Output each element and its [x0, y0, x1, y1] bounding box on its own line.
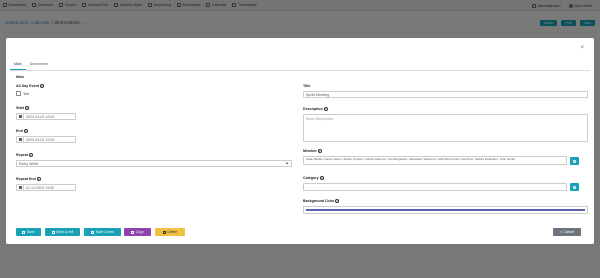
repeat-label: Repeat i [16, 153, 33, 157]
calendar-icon [18, 138, 22, 141]
save-icon [51, 230, 55, 234]
calendar-icon [18, 186, 22, 189]
save-icon [22, 230, 26, 234]
member-label: Member i [303, 149, 322, 153]
title-input[interactable]: Sprint Meeting [303, 91, 588, 98]
member-label-text: Member [303, 149, 317, 153]
copy-button[interactable]: Copy [124, 228, 151, 236]
bg-color-label-text: Background Color [303, 199, 335, 203]
repeat-select[interactable]: Every Week [16, 160, 292, 167]
save-label: Save [26, 230, 35, 234]
info-icon[interactable]: i [23, 129, 28, 133]
color-swatch [306, 209, 585, 211]
info-icon[interactable]: i [28, 153, 33, 157]
close-icon[interactable]: × [580, 45, 584, 51]
info-icon[interactable]: i [319, 176, 324, 180]
cancel-button[interactable]: × Cancel [553, 228, 581, 236]
end-label: End i [16, 129, 28, 133]
start-label-text: Start [16, 106, 25, 110]
calendar-icon-box[interactable] [17, 113, 24, 120]
delete-label: Delete [167, 230, 178, 234]
all-day-label-text: All Day Event [16, 84, 39, 88]
category-search-button[interactable] [570, 183, 579, 191]
start-date-field[interactable]: 2023-03-02 12:00 [16, 113, 76, 120]
save-new-button[interactable]: Save & new [84, 228, 121, 236]
description-label: Description i [303, 107, 328, 111]
delete-button[interactable]: Delete [155, 228, 185, 236]
repeat-label-text: Repeat [16, 153, 28, 157]
title-value: Sprint Meeting [306, 92, 330, 97]
end-label-text: End [16, 129, 23, 133]
info-icon[interactable]: i [25, 106, 30, 110]
bg-color-label: Background Color i [303, 199, 340, 203]
end-date-field[interactable]: 2023-03-02 12:00 [16, 136, 76, 143]
all-day-checkbox-row[interactable]: Yes [16, 91, 29, 96]
cancel-label: Cancel [563, 230, 575, 234]
modal-tabs: Main Documents [10, 60, 590, 71]
save-exit-button[interactable]: Save & exit [45, 228, 80, 236]
category-label-text: Category [303, 176, 319, 180]
chevron-down-icon [285, 161, 289, 165]
calendar-icon-box[interactable] [17, 184, 24, 191]
repeat-value: Every Week [19, 161, 39, 166]
calendar-icon [18, 115, 22, 118]
info-icon[interactable]: i [335, 199, 340, 203]
info-icon[interactable]: i [39, 84, 44, 88]
save-icon [91, 230, 95, 234]
save-new-label: Save & new [95, 230, 114, 234]
description-placeholder: Short Description [306, 117, 334, 121]
info-icon[interactable]: i [317, 149, 322, 153]
member-field[interactable]: Sean Banks, Dave Carton, Austin Cooper, … [303, 156, 567, 165]
member-value: Sean Banks, Dave Carton, Austin Cooper, … [306, 157, 516, 161]
search-icon [573, 185, 576, 189]
tab-documents[interactable]: Documents [26, 60, 52, 70]
event-modal: × Main Documents Main All Day Event i Yes… [6, 38, 594, 244]
section-title: Main [16, 75, 25, 79]
end-value: 2023-03-02 12:00 [26, 137, 55, 142]
info-icon[interactable]: i [323, 107, 328, 111]
all-day-checkbox-text: Yes [23, 91, 29, 96]
close-icon: × [559, 230, 562, 234]
repeat-end-date-field[interactable]: 31.12.2025 13:00 [16, 184, 76, 191]
category-field[interactable] [303, 183, 567, 191]
trash-icon [162, 230, 166, 234]
repeat-end-label: Repeat End i [16, 177, 41, 181]
all-day-label: All Day Event i [16, 84, 44, 88]
tab-main[interactable]: Main [10, 60, 26, 70]
repeat-end-value: 31.12.2025 13:00 [26, 185, 54, 190]
save-button[interactable]: Save [16, 228, 41, 236]
copy-label: Copy [135, 230, 144, 234]
title-label-text: Title [303, 84, 311, 88]
info-icon[interactable]: i [36, 177, 41, 181]
description-textarea[interactable]: Short Description [303, 114, 588, 142]
start-value: 2023-03-02 12:00 [26, 114, 55, 119]
title-label: Title [303, 84, 310, 88]
calendar-icon-box[interactable] [17, 136, 24, 143]
repeat-end-label-text: Repeat End [16, 177, 36, 181]
description-label-text: Description [303, 107, 323, 111]
member-search-button[interactable] [570, 157, 579, 165]
start-label: Start i [16, 106, 30, 110]
category-label: Category i [303, 176, 324, 180]
search-icon [573, 159, 576, 163]
bg-color-picker[interactable] [303, 206, 588, 214]
save-exit-label: Save & exit [56, 230, 74, 234]
all-day-checkbox[interactable] [16, 91, 21, 96]
copy-icon [131, 230, 135, 234]
